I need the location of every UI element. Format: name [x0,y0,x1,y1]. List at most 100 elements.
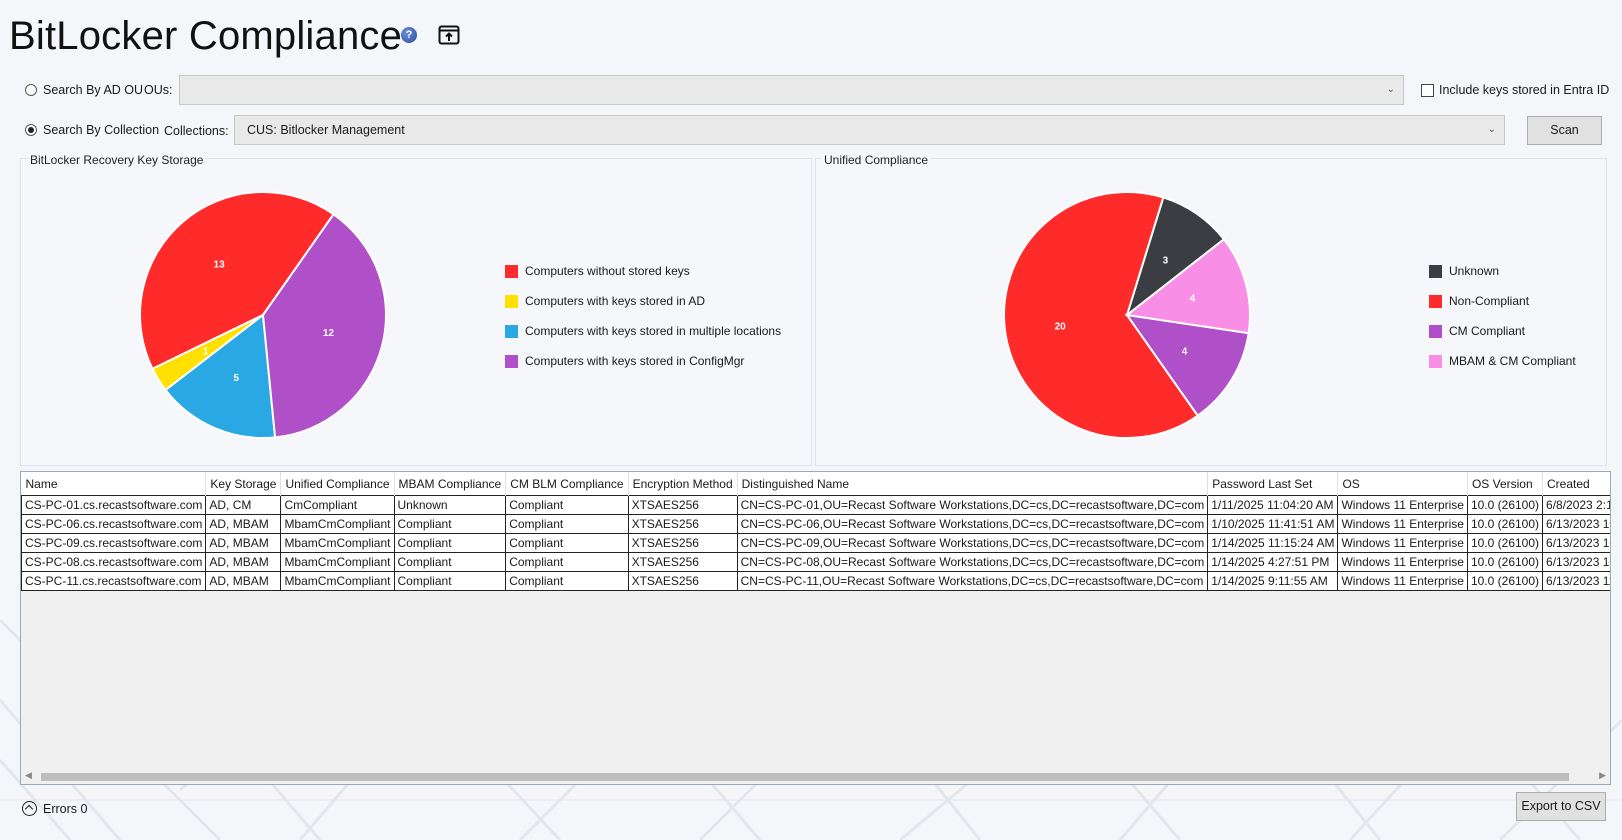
table-cell[interactable]: CS-PC-11.cs.recastsoftware.com [21,571,207,591]
table-cell[interactable]: Compliant [393,533,507,553]
table-cell[interactable]: Compliant [393,552,507,572]
column-header[interactable]: Unified Compliance [280,472,395,496]
table-cell[interactable]: CS-PC-09.cs.recastsoftware.com [21,533,207,553]
table-row[interactable]: CS-PC-01.cs.recastsoftware.com AD, CM CmCo… [21,495,1610,515]
table-cell[interactable]: CN=CS-PC-08,OU=Recast Software Workstati… [736,552,1209,572]
table-cell[interactable]: AD, MBAM [205,552,282,572]
export-window-icon[interactable] [438,24,460,46]
scroll-left-icon[interactable]: ◀ [25,770,32,781]
table-cell[interactable]: 1/11/2025 11:04:20 AM [1207,495,1339,515]
table-cell[interactable]: Compliant [505,495,629,515]
legend-label: Computers with keys stored in multiple l… [525,324,782,338]
table-cell[interactable]: Unknown [393,495,507,515]
table-cell[interactable]: CS-PC-06.cs.recastsoftware.com [21,514,207,534]
legend-label: CM Compliant [1449,324,1526,338]
table-cell[interactable]: AD, MBAM [205,514,282,534]
legend-item: Non-Compliant [1429,286,1576,316]
column-header[interactable]: OS Version [1467,472,1544,496]
include-entra-checkbox[interactable]: Include keys stored in Entra ID [1421,83,1609,97]
ous-dropdown[interactable]: ⌄ [179,75,1404,105]
table-cell[interactable]: 6/13/2023 10:35: [1542,533,1610,553]
table-cell[interactable]: 1/10/2025 11:41:51 AM [1207,514,1339,534]
column-header[interactable]: OS [1337,472,1468,496]
table-cell[interactable]: 1/14/2025 4:27:51 PM [1207,552,1339,572]
table-row[interactable]: CS-PC-11.cs.recastsoftware.com AD, MBAM Mb… [21,571,1610,591]
table-cell[interactable]: AD, MBAM [205,533,282,553]
column-header[interactable]: Key Storage [205,472,282,496]
collections-dropdown[interactable]: CUS: Bitlocker Management ⌄ [234,115,1505,145]
include-entra-label: Include keys stored in Entra ID [1439,83,1610,97]
table-cell[interactable]: AD, MBAM [205,571,282,591]
table-cell[interactable]: XTSAES256 [627,514,738,534]
radio-circle[interactable] [25,124,37,136]
table-cell[interactable]: 6/13/2023 11:05: [1542,571,1610,591]
table-cell[interactable]: MbamCmCompliant [280,514,395,534]
table-row[interactable]: CS-PC-06.cs.recastsoftware.com AD, MBAM Mb… [21,514,1610,534]
table-cell[interactable]: 6/8/2023 2:15:03 [1542,495,1610,515]
search-by-collection-radio[interactable]: Search By Collection [25,123,159,137]
table-cell[interactable]: CmCompliant [280,495,395,515]
table-cell[interactable]: 1/14/2025 9:11:55 AM [1207,571,1339,591]
table-cell[interactable]: XTSAES256 [627,571,738,591]
legend-label: MBAM & CM Compliant [1449,354,1576,368]
legend-item: MBAM & CM Compliant [1429,346,1576,376]
table-row[interactable]: CS-PC-08.cs.recastsoftware.com AD, MBAM Mb… [21,552,1610,572]
scan-button[interactable]: Scan [1527,116,1602,145]
checkbox-box[interactable] [1421,83,1434,97]
table-cell[interactable]: Windows 11 Enterprise [1337,495,1468,515]
table-cell[interactable]: 10.0 (26100) [1466,495,1544,515]
table-cell[interactable]: Windows 11 Enterprise [1337,514,1468,534]
table-cell[interactable]: CN=CS-PC-01,OU=Recast Software Workstati… [736,495,1209,515]
export-csv-button[interactable]: Export to CSV [1516,792,1606,821]
table-cell[interactable]: Compliant [393,571,507,591]
table-cell[interactable]: Compliant [505,571,629,591]
column-header[interactable]: Encryption Method [628,472,738,496]
horizontal-scrollbar[interactable]: ◀ ▶ [21,769,1610,784]
table-cell[interactable]: AD, CM [205,495,282,515]
column-header[interactable]: Name [21,472,207,496]
column-header[interactable]: MBAM Compliance [394,472,507,496]
table-cell[interactable]: 6/13/2023 10:25: [1542,552,1610,572]
table-cell[interactable]: Compliant [505,533,629,553]
table-cell[interactable]: CN=CS-PC-09,OU=Recast Software Workstati… [736,533,1209,553]
table-cell[interactable]: XTSAES256 [627,552,738,572]
unified-compliance-legend: Unknown Non-Compliant CM Compliant MBAM & C… [1429,256,1576,376]
scroll-right-icon[interactable]: ▶ [1599,770,1606,781]
legend-item: CM Compliant [1429,316,1576,346]
table-cell[interactable]: MbamCmCompliant [280,571,395,591]
column-header[interactable]: Distinguished Name [737,472,1209,496]
table-cell[interactable]: 10.0 (26100) [1466,533,1544,553]
collapse-chevron-icon[interactable] [22,801,37,816]
column-header[interactable]: Password Last Set [1207,472,1339,496]
column-header[interactable]: Created [1542,472,1610,496]
table-cell[interactable]: Compliant [393,514,507,534]
table-cell[interactable]: CS-PC-01.cs.recastsoftware.com [21,495,207,515]
scrollbar-thumb[interactable] [41,773,1569,781]
help-icon[interactable]: ? [401,27,417,43]
results-grid[interactable]: Name Key Storage Unified Compliance MBAM Co… [20,471,1611,785]
table-cell[interactable]: Compliant [505,514,629,534]
table-cell[interactable]: 1/14/2025 11:15:24 AM [1207,533,1339,553]
table-cell[interactable]: Windows 11 Enterprise [1337,533,1468,553]
table-cell[interactable]: 10.0 (26100) [1466,514,1544,534]
table-cell[interactable]: CN=CS-PC-06,OU=Recast Software Workstati… [736,514,1209,534]
table-row[interactable]: CS-PC-09.cs.recastsoftware.com AD, MBAM Mb… [21,533,1610,553]
key-storage-title: BitLocker Recovery Key Storage [28,153,206,167]
errors-toggle[interactable]: Errors 0 [22,801,87,816]
table-cell[interactable]: MbamCmCompliant [280,552,395,572]
table-cell[interactable]: XTSAES256 [627,495,738,515]
radio-circle[interactable] [25,84,37,96]
table-cell[interactable]: XTSAES256 [627,533,738,553]
table-cell[interactable]: 10.0 (26100) [1466,552,1544,572]
search-by-ou-radio[interactable]: Search By AD OU [25,83,143,97]
table-cell[interactable]: 10.0 (26100) [1466,571,1544,591]
table-cell[interactable]: CS-PC-08.cs.recastsoftware.com [21,552,207,572]
table-cell[interactable]: 6/13/2023 10:05: [1542,514,1610,534]
table-cell[interactable]: MbamCmCompliant [280,533,395,553]
column-header[interactable]: CM BLM Compliance [505,472,629,496]
table-cell[interactable]: Windows 11 Enterprise [1337,571,1468,591]
table-cell[interactable]: Windows 11 Enterprise [1337,552,1468,572]
table-cell[interactable]: CN=CS-PC-11,OU=Recast Software Workstati… [736,571,1209,591]
table-cell[interactable]: Compliant [505,552,629,572]
table-header-row: Name Key Storage Unified Compliance MBAM Co… [21,472,1610,496]
